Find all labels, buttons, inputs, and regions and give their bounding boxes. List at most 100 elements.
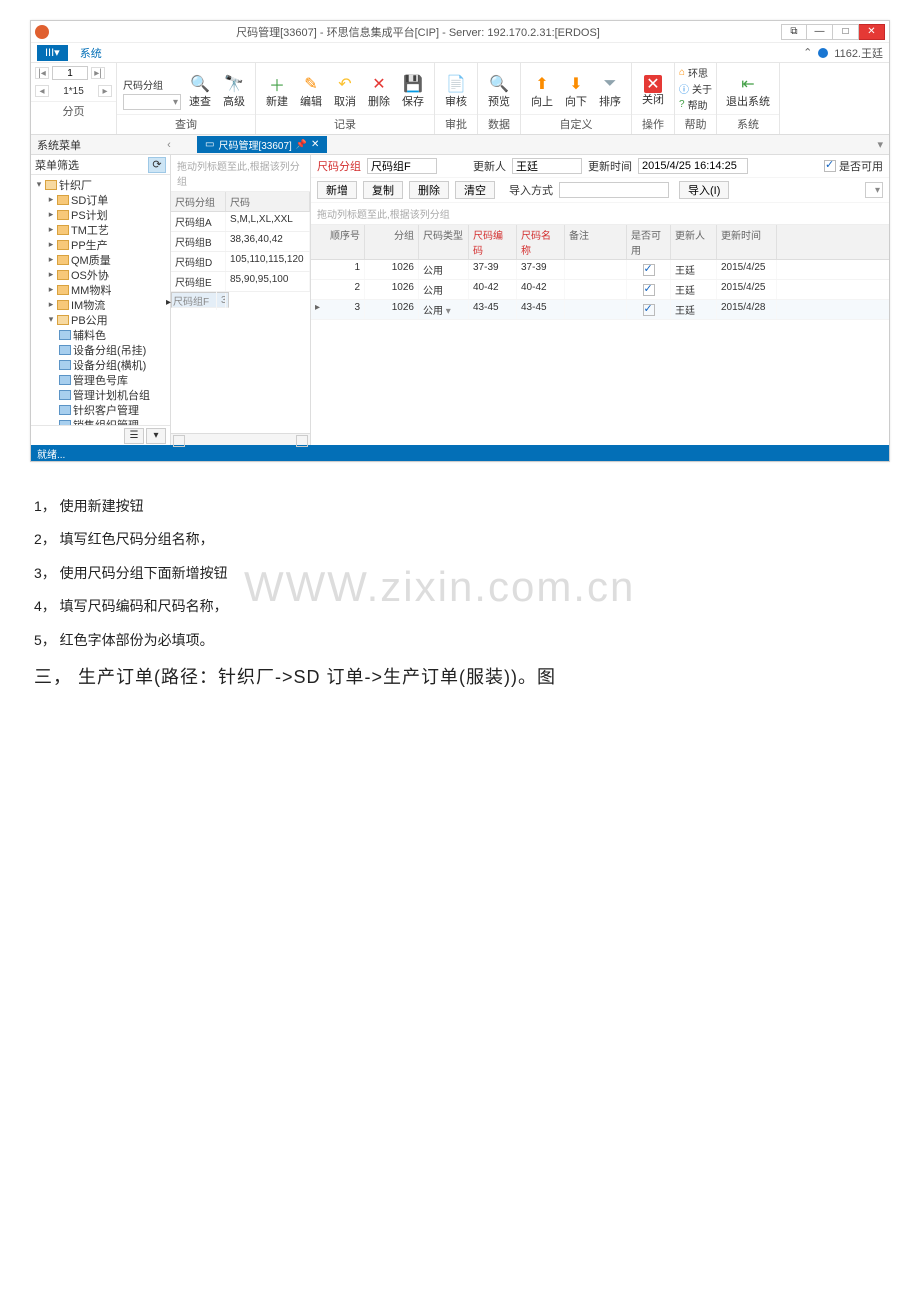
ribbon-group-approve: 审批	[435, 114, 477, 134]
close-tab-icon[interactable]: ✕	[311, 139, 319, 150]
grid-row[interactable]: 尺码组D105,110,115,120	[171, 252, 310, 272]
copy-row-button[interactable]: 复制	[363, 181, 403, 199]
col-header-group[interactable]: 尺码分组	[171, 192, 226, 211]
horizontal-scrollbar[interactable]	[171, 433, 310, 445]
dropdown-icon[interactable]: ▾	[446, 306, 451, 317]
import-mode-input[interactable]	[559, 182, 669, 198]
del-row-button[interactable]: 删除	[409, 181, 449, 199]
quick-access-tab[interactable]: III ▾	[37, 45, 68, 61]
tree-node[interactable]: ▸OS外协	[31, 267, 170, 282]
tree-node[interactable]: ▸SD订单	[31, 192, 170, 207]
expand-tabs-icon[interactable]: ▾	[877, 138, 883, 151]
col-header-name[interactable]: 尺码名称	[517, 225, 565, 259]
grid-row[interactable]: 尺码组B38,36,40,42	[171, 232, 310, 252]
move-up-button[interactable]: ⬆向上	[527, 71, 557, 110]
about-link[interactable]: ⓘ关于	[679, 81, 712, 96]
tree-leaf[interactable]: 设备分组(吊挂)	[31, 342, 170, 357]
last-page-icon[interactable]: ▸|	[91, 67, 105, 79]
undo-button[interactable]: ↶取消	[330, 71, 360, 110]
col-header-seq[interactable]: 顺序号	[311, 225, 365, 259]
tree-node[interactable]: ▸MM物料	[31, 282, 170, 297]
import-dropdown[interactable]: ▾	[865, 182, 883, 198]
col-header-avail[interactable]: 是否可用	[627, 225, 671, 259]
sort-button[interactable]: ⏷排序	[595, 71, 625, 110]
secondary-controls-icon[interactable]: ⧉	[781, 24, 807, 40]
add-row-button[interactable]: 新增	[317, 181, 357, 199]
form-label-updatetime: 更新时间	[588, 158, 632, 174]
tree-node[interactable]: ▸QM质量	[31, 252, 170, 267]
help-link[interactable]: ?帮助	[679, 97, 712, 112]
magnifier-icon: 🔍	[189, 73, 211, 95]
tree-leaf[interactable]: 针织客户管理	[31, 402, 170, 417]
preview-button[interactable]: 🔍预览	[484, 71, 514, 110]
row-available-checkbox[interactable]	[643, 304, 655, 316]
size-group-input[interactable]	[367, 158, 437, 174]
first-page-icon[interactable]: |◂	[35, 67, 49, 79]
row-available-checkbox[interactable]	[643, 264, 655, 276]
grid-row[interactable]: 尺码组E85,90,95,100	[171, 272, 310, 292]
system-menu-link[interactable]: 系统	[80, 45, 102, 61]
collapse-ribbon-icon[interactable]: ⌃	[803, 46, 812, 59]
leaf-icon	[59, 345, 71, 355]
tree-node-root[interactable]: ▾针织厂	[31, 177, 170, 192]
prev-page-icon[interactable]: ◂	[35, 85, 49, 97]
import-button[interactable]: 导入(I)	[679, 181, 729, 199]
tree-dropdown-button[interactable]: ▾	[146, 428, 166, 444]
edit-button[interactable]: ✎编辑	[296, 71, 326, 110]
tree-tool-button[interactable]: ☰	[124, 428, 144, 444]
row-available-checkbox[interactable]	[643, 284, 655, 296]
col-header-upd[interactable]: 更新人	[671, 225, 717, 259]
grid-row-selected[interactable]: ▸尺码组F37-39,40-42,43-4	[171, 292, 229, 308]
tree-node[interactable]: ▸IM物流	[31, 297, 170, 312]
detail-row-current[interactable]: ▸3 1026 公用 ▾ 43-45 43-45 王廷 2015/4/28	[311, 300, 889, 320]
quick-search-button[interactable]: 🔍速查	[185, 71, 215, 110]
tree-leaf[interactable]: 辅料色	[31, 327, 170, 342]
clear-rows-button[interactable]: 清空	[455, 181, 495, 199]
tree-leaf[interactable]: 管理色号库	[31, 372, 170, 387]
col-header-grp[interactable]: 分组	[365, 225, 419, 259]
detail-row[interactable]: 1 1026 公用 37-39 37-39 王廷 2015/4/25	[311, 260, 889, 280]
col-header-ut[interactable]: 更新时间	[717, 225, 777, 259]
tree-leaf[interactable]: 管理计划机台组	[31, 387, 170, 402]
maximize-button[interactable]: □	[833, 24, 859, 40]
advanced-search-button[interactable]: 🔭高级	[219, 71, 249, 110]
move-down-button[interactable]: ⬇向下	[561, 71, 591, 110]
audit-button[interactable]: 📄审核	[441, 71, 471, 110]
close-doc-button[interactable]: ✕关闭	[638, 73, 668, 108]
close-window-button[interactable]: ✕	[859, 24, 885, 40]
tree-leaf[interactable]: 设备分组(横机)	[31, 357, 170, 372]
pin-icon[interactable]: 📌	[296, 139, 307, 150]
save-button[interactable]: 💾保存	[398, 71, 428, 110]
delete-button[interactable]: ✕删除	[364, 71, 394, 110]
tree-node[interactable]: ▸PP生产	[31, 237, 170, 252]
hs-link[interactable]: ⌂环思	[679, 65, 712, 80]
col-header-type[interactable]: 尺码类型	[419, 225, 469, 259]
status-bar: 就绪...	[31, 445, 889, 461]
col-header-sizes[interactable]: 尺码	[226, 192, 310, 211]
available-checkbox[interactable]	[824, 160, 836, 172]
col-header-remark[interactable]: 备注	[565, 225, 627, 259]
ribbon-group-help: 帮助	[675, 114, 716, 134]
arrow-down-icon: ⬇	[565, 73, 587, 95]
updatetime-input[interactable]	[638, 158, 748, 174]
col-header-code[interactable]: 尺码编码	[469, 225, 517, 259]
next-page-icon[interactable]: ▸	[98, 85, 112, 97]
updater-input[interactable]	[512, 158, 582, 174]
leaf-icon	[59, 375, 71, 385]
document-tab[interactable]: ▭ 尺码管理[33607] 📌 ✕	[197, 136, 327, 153]
tree-node-pb[interactable]: ▾PB公用	[31, 312, 170, 327]
page-number-input[interactable]	[52, 66, 88, 80]
exit-system-button[interactable]: ⇤退出系统	[723, 71, 773, 110]
tree-leaf[interactable]: 销售组织管理	[31, 417, 170, 425]
refresh-tree-button[interactable]: ⟳	[148, 157, 166, 173]
collapse-left-icon[interactable]: ‹	[161, 139, 177, 151]
minimize-button[interactable]: —	[807, 24, 833, 40]
new-button[interactable]: ＋新建	[262, 71, 292, 110]
tree-node[interactable]: ▸TM工艺	[31, 222, 170, 237]
detail-row[interactable]: 2 1026 公用 40-42 40-42 王廷 2015/4/25	[311, 280, 889, 300]
grid-row[interactable]: 尺码组AS,M,L,XL,XXL	[171, 212, 310, 232]
search-dropdown[interactable]: ▾	[123, 94, 181, 110]
refresh-icon: ⟳	[152, 158, 161, 171]
tree-node[interactable]: ▸PS计划	[31, 207, 170, 222]
home-icon: ⌂	[679, 67, 685, 78]
